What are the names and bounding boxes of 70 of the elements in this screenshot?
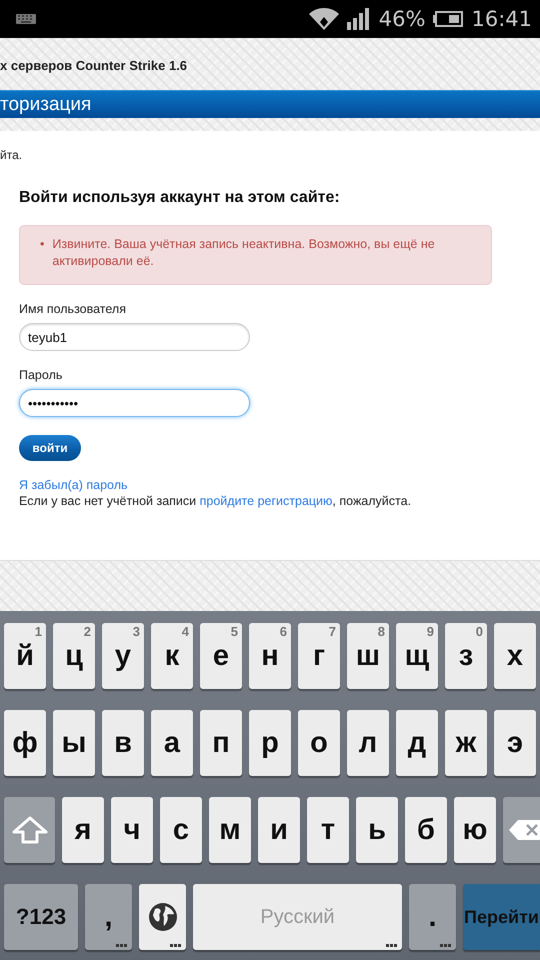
battery-icon [433,11,464,27]
key[interactable]: . [409,884,456,950]
field-label: Имя пользователя [19,302,126,316]
key[interactable]: р [249,710,291,776]
key[interactable]: н 6 [249,623,291,689]
key[interactable]: г 7 [298,623,340,689]
register-text: Если у вас нет учётной записи пройдите регистрацию, пожалуйста. [19,494,412,508]
globe-icon [146,901,178,933]
key[interactable]: б [405,797,447,863]
key[interactable]: х [494,623,536,689]
page-title: торизация [0,94,92,116]
key[interactable]: , [85,884,132,950]
key-hint: 3 [132,624,140,639]
key[interactable]: з 0 [445,623,487,689]
field-label: Пароль [19,368,62,382]
backspace-icon [508,819,540,841]
key-hint: 4 [182,624,189,639]
key[interactable]: о [298,710,340,776]
key[interactable]: с [160,797,202,863]
key-hint: 9 [426,624,434,639]
key[interactable]: т [307,797,349,863]
register-link[interactable]: пройдите регистрацию [200,494,332,508]
input-field[interactable]: ••••••••••• [19,389,250,417]
key[interactable]: в [102,710,144,776]
forgot-password-link[interactable]: Я забыл(а) пароль [19,478,128,492]
key[interactable]: е 5 [200,623,242,689]
key[interactable]: ю [454,797,496,863]
login-button[interactable]: войти [19,435,81,461]
wifi-icon [308,8,339,30]
key[interactable]: ь [356,797,398,863]
battery-percent: 46% [378,7,426,31]
key[interactable]: д [396,710,438,776]
key[interactable]: э [494,710,536,776]
key[interactable]: л [347,710,389,776]
language-key[interactable] [139,884,186,950]
input-field[interactable]: teyub1 [19,323,250,351]
key[interactable]: и [258,797,300,863]
intro-text: йта. [0,147,24,162]
key[interactable]: щ 9 [396,623,438,689]
key[interactable]: ш 8 [347,623,389,689]
shift-arrow-icon [12,816,48,844]
key-hint: 0 [476,624,483,639]
signal-icon [346,8,371,30]
key[interactable]: п [200,710,242,776]
key-hint: 5 [230,624,238,639]
key[interactable]: ц 2 [53,623,95,689]
key[interactable]: я [62,797,104,863]
key[interactable]: ч [111,797,153,863]
key[interactable]: у 3 [102,623,144,689]
key[interactable]: а [151,710,193,776]
bullet: • [40,236,44,253]
key[interactable]: й 1 [4,623,46,689]
key-hint: 2 [84,624,91,639]
key[interactable]: м [209,797,251,863]
key[interactable]: ж [445,710,487,776]
backspace-key[interactable] [503,797,540,863]
keyboard-icon [16,14,36,24]
key-hint: 8 [378,624,385,639]
key-hint: 6 [280,624,287,639]
key[interactable]: ы [53,710,95,776]
form-heading: Войти используя аккаунт на этом сайте: [19,189,340,207]
shift-key[interactable] [4,797,55,863]
symbols-key[interactable]: ?123 [4,884,78,950]
error-message: Извините. Ваша учётная запись неактивна. Возможно, вы ещё не активировали её. [52,236,436,270]
key-hint: 1 [34,624,42,639]
site-title: х серверов Counter Strike 1.6 [0,58,188,72]
clock: 16:41 [471,7,532,31]
key-hint: 7 [328,624,336,639]
key[interactable]: к 4 [151,623,193,689]
key[interactable]: ф [4,710,46,776]
